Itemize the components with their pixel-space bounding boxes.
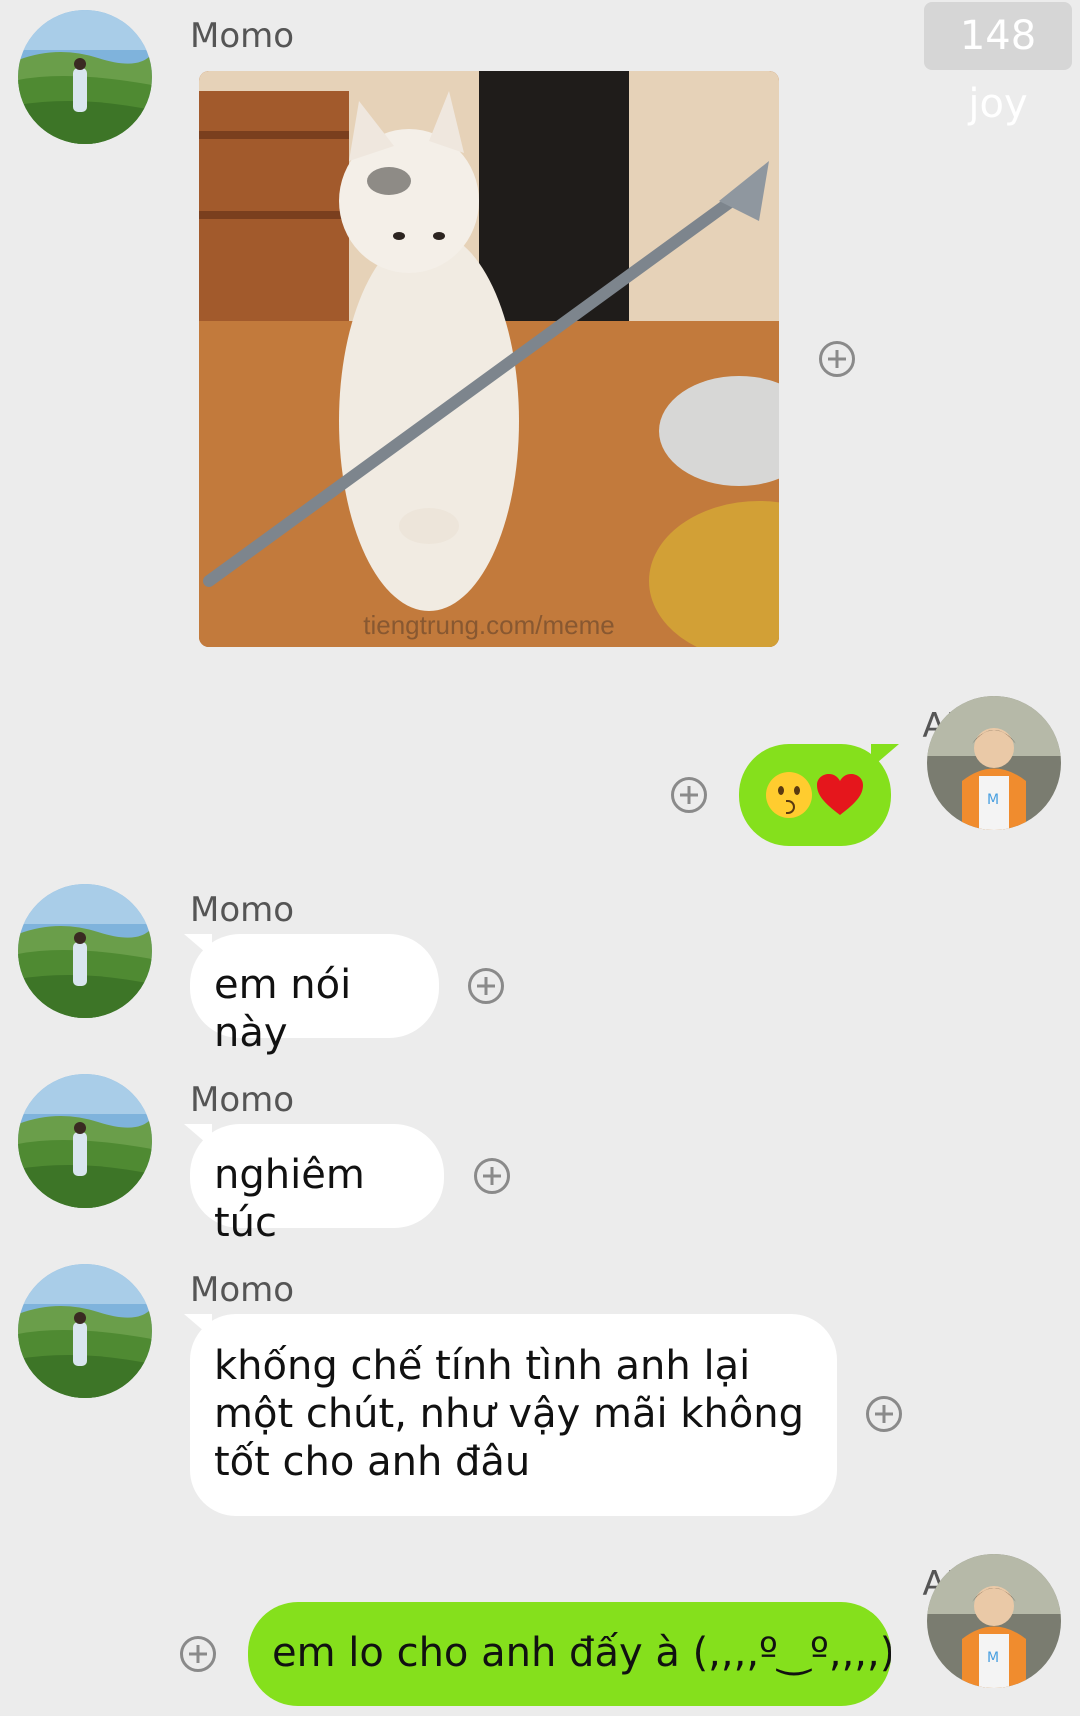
kissing-face-icon bbox=[766, 772, 812, 818]
add-reaction-button[interactable] bbox=[474, 1158, 510, 1194]
message-text: em lo cho anh đấy à (,,,,º‿º,,,,)♡ bbox=[272, 1630, 891, 1676]
avatar[interactable] bbox=[18, 1264, 152, 1398]
avatar-image-tea-field bbox=[18, 884, 152, 1018]
cat-with-spear-image bbox=[199, 71, 779, 647]
sender-name: Momo bbox=[190, 1080, 295, 1120]
add-reaction-button[interactable] bbox=[819, 341, 855, 377]
add-reaction-button[interactable] bbox=[468, 968, 504, 1004]
message-text: nghiêm túc bbox=[214, 1152, 365, 1246]
add-reaction-button[interactable] bbox=[866, 1396, 902, 1432]
avatar[interactable] bbox=[18, 1074, 152, 1208]
status-badge: 148 joy bbox=[924, 2, 1072, 127]
message-text: khống chế tính tình anh lại một chút, nh… bbox=[214, 1343, 805, 1485]
message-bubble-outgoing[interactable]: em lo cho anh đấy à (,,,,º‿º,,,,)♡ bbox=[248, 1602, 891, 1706]
avatar-image-tea-field bbox=[18, 10, 152, 144]
avatar-image-tea-field bbox=[18, 1264, 152, 1398]
red-heart-icon bbox=[817, 774, 863, 815]
avatar[interactable]: M bbox=[927, 1554, 1061, 1688]
avatar-image-tea-field bbox=[18, 1074, 152, 1208]
avatar-image-person-orange-shirt: M bbox=[927, 1554, 1061, 1688]
svg-text:M: M bbox=[987, 792, 999, 808]
message-bubble-incoming[interactable]: khống chế tính tình anh lại một chút, nh… bbox=[190, 1314, 837, 1516]
avatar[interactable] bbox=[18, 10, 152, 144]
message-bubble-incoming[interactable]: em nói này bbox=[190, 934, 439, 1056]
add-reaction-button[interactable] bbox=[671, 777, 707, 813]
sender-name: Momo bbox=[190, 890, 295, 930]
sender-name: Momo bbox=[190, 16, 295, 56]
message-bubble-incoming[interactable]: nghiêm túc bbox=[190, 1124, 444, 1246]
svg-text:M: M bbox=[987, 1650, 999, 1666]
image-watermark: tiengtrung.com/meme bbox=[363, 610, 615, 640]
avatar[interactable] bbox=[18, 884, 152, 1018]
message-bubble-outgoing[interactable] bbox=[739, 744, 891, 846]
add-reaction-button[interactable] bbox=[180, 1636, 216, 1672]
sender-name: Momo bbox=[190, 1270, 295, 1310]
avatar-image-person-orange-shirt: M bbox=[927, 696, 1061, 830]
message-image[interactable]: tiengtrung.com/meme bbox=[199, 71, 779, 647]
avatar[interactable]: M bbox=[927, 696, 1061, 830]
message-text: em nói này bbox=[214, 962, 352, 1056]
